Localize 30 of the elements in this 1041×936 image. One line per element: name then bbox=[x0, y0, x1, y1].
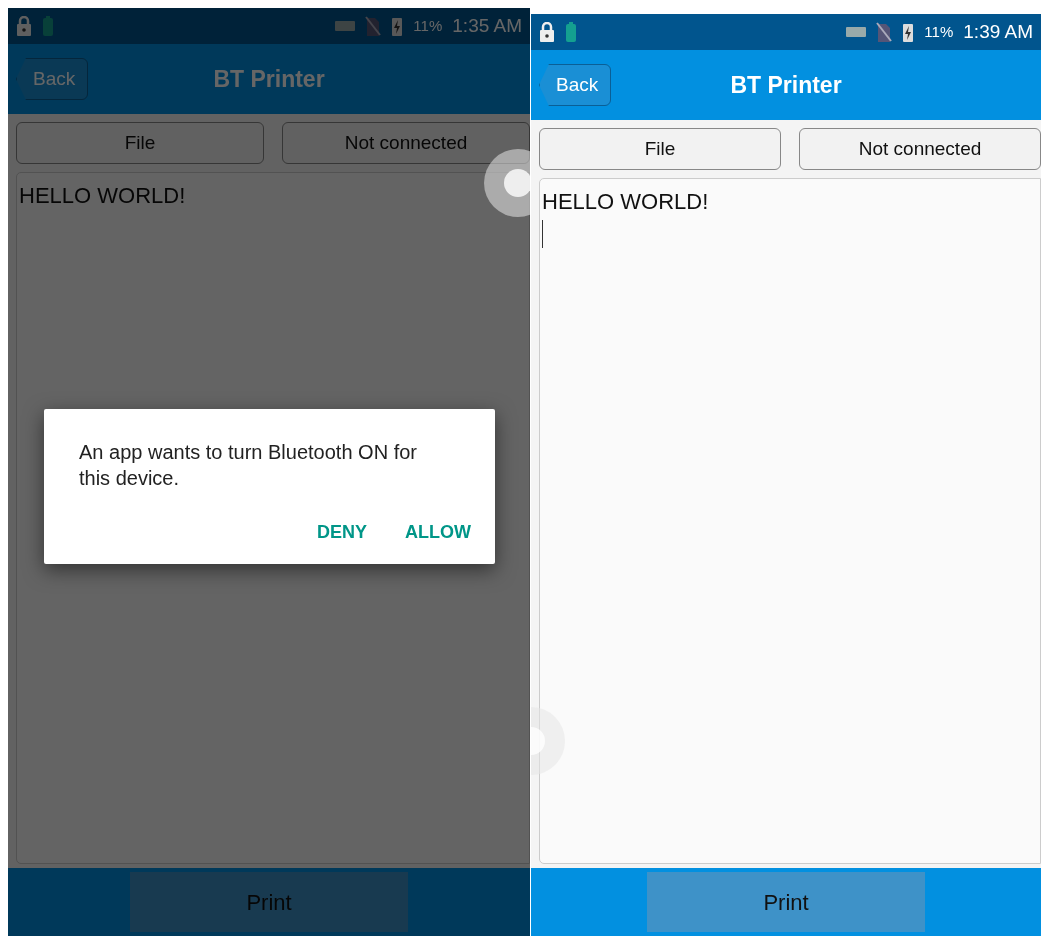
no-sim-icon bbox=[365, 16, 382, 36]
keyboard-icon bbox=[846, 26, 867, 38]
deny-button[interactable]: DENY bbox=[317, 519, 367, 546]
screen-title: BT Printer bbox=[213, 64, 325, 94]
battery-percentage: 11% bbox=[413, 15, 443, 36]
editor-text: HELLO WORLD! bbox=[542, 189, 709, 214]
battery-charging-icon bbox=[391, 16, 404, 36]
battery-icon bbox=[565, 22, 577, 42]
print-button[interactable]: Print bbox=[647, 872, 925, 932]
back-button[interactable]: Back bbox=[16, 57, 89, 101]
no-sim-icon bbox=[876, 22, 893, 42]
dialog-message: An app wants to turn Bluetooth ON for this device. bbox=[79, 440, 418, 491]
status-time: 1:39 AM bbox=[963, 19, 1033, 44]
file-button[interactable]: File bbox=[16, 122, 264, 164]
lock-icon bbox=[16, 16, 32, 36]
text-cursor bbox=[542, 220, 543, 248]
text-editor[interactable]: HELLO WORLD! bbox=[539, 178, 1041, 864]
lock-icon bbox=[539, 22, 555, 42]
file-button[interactable]: File bbox=[539, 128, 781, 170]
battery-charging-icon bbox=[902, 22, 915, 42]
editor-text: HELLO WORLD! bbox=[19, 183, 186, 208]
keyboard-icon bbox=[335, 20, 356, 32]
allow-button[interactable]: ALLOW bbox=[405, 519, 471, 546]
battery-icon bbox=[42, 16, 54, 36]
connection-button[interactable]: Not connected bbox=[282, 122, 530, 164]
connection-button[interactable]: Not connected bbox=[799, 128, 1041, 170]
battery-percentage: 11% bbox=[924, 21, 954, 42]
status-time: 1:35 AM bbox=[452, 13, 522, 38]
screen-title: BT Printer bbox=[730, 70, 842, 100]
back-button[interactable]: Back bbox=[539, 63, 612, 107]
